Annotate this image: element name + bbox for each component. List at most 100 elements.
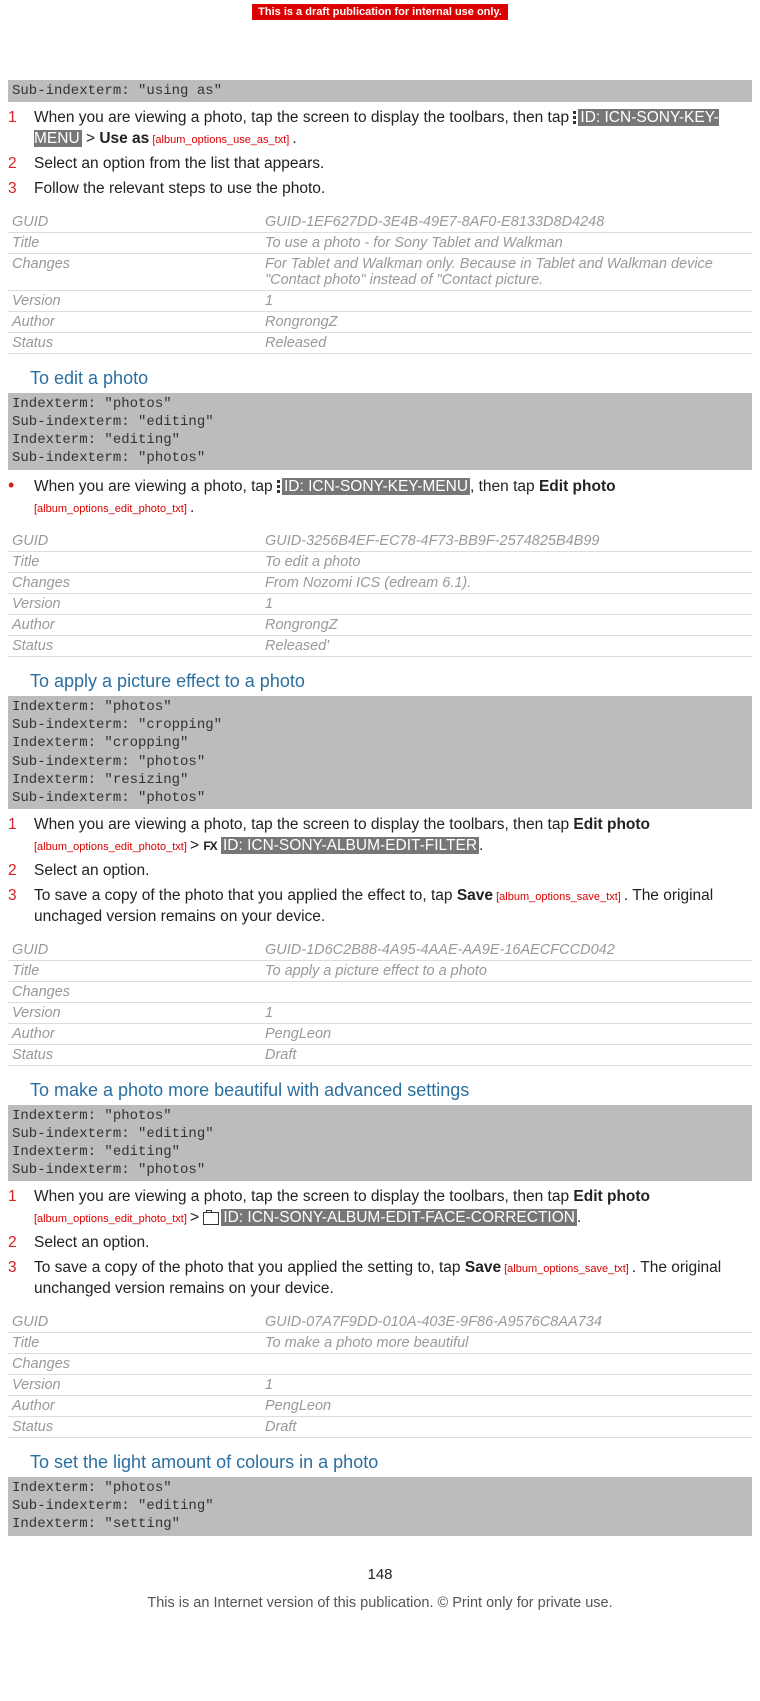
face-correction-icon xyxy=(203,1212,219,1225)
text: . xyxy=(190,499,194,516)
meta-value: 1 xyxy=(261,594,752,615)
meta-label: GUID xyxy=(8,940,261,961)
meta-label: Changes xyxy=(8,253,261,290)
footer-text: This is an Internet version of this publ… xyxy=(8,1583,752,1617)
meta-label: Changes xyxy=(8,981,261,1002)
meta-label: Status xyxy=(8,1417,261,1438)
section-title: To edit a photo xyxy=(8,354,752,393)
fx-icon: FX xyxy=(203,839,216,853)
page-number: 148 xyxy=(8,1536,752,1583)
meta-value: RongrongZ xyxy=(261,311,752,332)
meta-value: GUID-07A7F9DD-010A-403E-9F86-A9576C8AA73… xyxy=(261,1312,752,1333)
edit-photo-label: Edit photo xyxy=(539,478,616,495)
meta-label: Status xyxy=(8,1044,261,1065)
step-text: When you are viewing a photo, tap the sc… xyxy=(34,108,752,150)
text: When you are viewing a photo, tap the sc… xyxy=(34,109,573,126)
meta-table: GUIDGUID-1D6C2B88-4A95-4AAE-AA9E-16AECFC… xyxy=(8,940,752,1066)
section-title: To set the light amount of colours in a … xyxy=(8,1438,752,1477)
meta-label: Title xyxy=(8,960,261,981)
meta-value: To use a photo - for Sony Tablet and Wal… xyxy=(261,232,752,253)
string-ref: [album_options_save_txt] xyxy=(493,891,624,903)
meta-label: Version xyxy=(8,1375,261,1396)
text: When you are viewing a photo, tap xyxy=(34,478,277,495)
text: To save a copy of the photo that you app… xyxy=(34,1259,465,1276)
steps-list: 1 When you are viewing a photo, tap the … xyxy=(8,106,752,202)
use-as-label: Use as xyxy=(99,130,149,147)
meta-table: GUIDGUID-1EF627DD-3E4B-49E7-8AF0-E8133D8… xyxy=(8,212,752,354)
meta-label: GUID xyxy=(8,212,261,233)
meta-value: From Nozomi ICS (edream 6.1). xyxy=(261,573,752,594)
step-text: To save a copy of the photo that you app… xyxy=(34,1258,752,1300)
step-number: 1 xyxy=(8,1187,24,1229)
meta-value: PengLeon xyxy=(261,1023,752,1044)
meta-value: Released xyxy=(261,332,752,353)
id-ref: ID: ICN-SONY-KEY-MENU xyxy=(282,478,470,495)
step-number: 3 xyxy=(8,179,24,200)
steps-list: 1 When you are viewing a photo, tap the … xyxy=(8,813,752,930)
step-text: Follow the relevant steps to use the pho… xyxy=(34,179,325,200)
section-title: To apply a picture effect to a photo xyxy=(8,657,752,696)
separator: > xyxy=(190,837,203,854)
string-ref: [album_options_edit_photo_txt] xyxy=(34,1213,190,1225)
meta-label: Version xyxy=(8,594,261,615)
menu-dots-icon xyxy=(573,111,577,125)
meta-value: To apply a picture effect to a photo xyxy=(261,960,752,981)
meta-value: To make a photo more beautiful xyxy=(261,1333,752,1354)
separator: > xyxy=(190,1209,203,1226)
string-ref: [album_options_edit_photo_txt] xyxy=(34,841,190,853)
text: , then tap xyxy=(470,478,539,495)
meta-value xyxy=(261,981,752,1002)
save-label: Save xyxy=(457,887,493,904)
text: . xyxy=(577,1209,581,1226)
text: . xyxy=(292,130,296,147)
step-number: 2 xyxy=(8,154,24,175)
meta-value: GUID-1D6C2B88-4A95-4AAE-AA9E-16AECFCCD04… xyxy=(261,940,752,961)
meta-label: Author xyxy=(8,1023,261,1044)
meta-value: Draft xyxy=(261,1417,752,1438)
string-ref: [album_options_save_txt] xyxy=(501,1263,632,1275)
step-text: Select an option from the list that appe… xyxy=(34,154,324,175)
meta-value: 1 xyxy=(261,1375,752,1396)
meta-value: GUID-3256B4EF-EC78-4F73-BB9F-2574825B4B9… xyxy=(261,531,752,552)
meta-value: Draft xyxy=(261,1044,752,1065)
meta-label: Version xyxy=(8,290,261,311)
text: When you are viewing a photo, tap the sc… xyxy=(34,1188,573,1205)
meta-label: Author xyxy=(8,1396,261,1417)
indexterm-block: Indexterm: "photos" Sub-indexterm: "crop… xyxy=(8,696,752,809)
step-number: 3 xyxy=(8,886,24,928)
meta-value: RongrongZ xyxy=(261,615,752,636)
meta-label: Title xyxy=(8,1333,261,1354)
step-text: When you are viewing a photo, tap the sc… xyxy=(34,815,752,857)
meta-value: 1 xyxy=(261,290,752,311)
text: When you are viewing a photo, tap the sc… xyxy=(34,816,573,833)
indexterm-block: Sub-indexterm: "using as" xyxy=(8,80,752,102)
step-text: Select an option. xyxy=(34,861,149,882)
meta-value: For Tablet and Walkman only. Because in … xyxy=(261,253,752,290)
step-text: To save a copy of the photo that you app… xyxy=(34,886,752,928)
step-text: Select an option. xyxy=(34,1233,149,1254)
edit-photo-label: Edit photo xyxy=(573,816,650,833)
meta-value: To edit a photo xyxy=(261,552,752,573)
meta-label: Title xyxy=(8,232,261,253)
meta-label: Status xyxy=(8,332,261,353)
meta-label: Author xyxy=(8,615,261,636)
meta-value: GUID-1EF627DD-3E4B-49E7-8AF0-E8133D8D424… xyxy=(261,212,752,233)
draft-banner: This is a draft publication for internal… xyxy=(252,4,508,20)
section-title: To make a photo more beautiful with adva… xyxy=(8,1066,752,1105)
id-ref: ID: ICN-SONY-ALBUM-EDIT-FACE-CORRECTION xyxy=(221,1209,577,1226)
indexterm-block: Indexterm: "photos" Sub-indexterm: "edit… xyxy=(8,393,752,470)
meta-label: Changes xyxy=(8,573,261,594)
indexterm-block: Indexterm: "photos" Sub-indexterm: "edit… xyxy=(8,1105,752,1182)
id-ref: ID: ICN-SONY-ALBUM-EDIT-FILTER xyxy=(221,837,479,854)
bullet-icon: • xyxy=(8,476,24,519)
meta-label: GUID xyxy=(8,531,261,552)
text: . xyxy=(479,837,483,854)
indexterm-block: Indexterm: "photos" Sub-indexterm: "edit… xyxy=(8,1477,752,1536)
meta-label: Title xyxy=(8,552,261,573)
meta-table: GUIDGUID-07A7F9DD-010A-403E-9F86-A9576C8… xyxy=(8,1312,752,1438)
meta-label: Author xyxy=(8,311,261,332)
string-ref: [album_options_use_as_txt] xyxy=(149,134,292,146)
meta-value: 1 xyxy=(261,1002,752,1023)
string-ref: [album_options_edit_photo_txt] xyxy=(34,503,190,515)
menu-dots-icon xyxy=(277,480,281,494)
